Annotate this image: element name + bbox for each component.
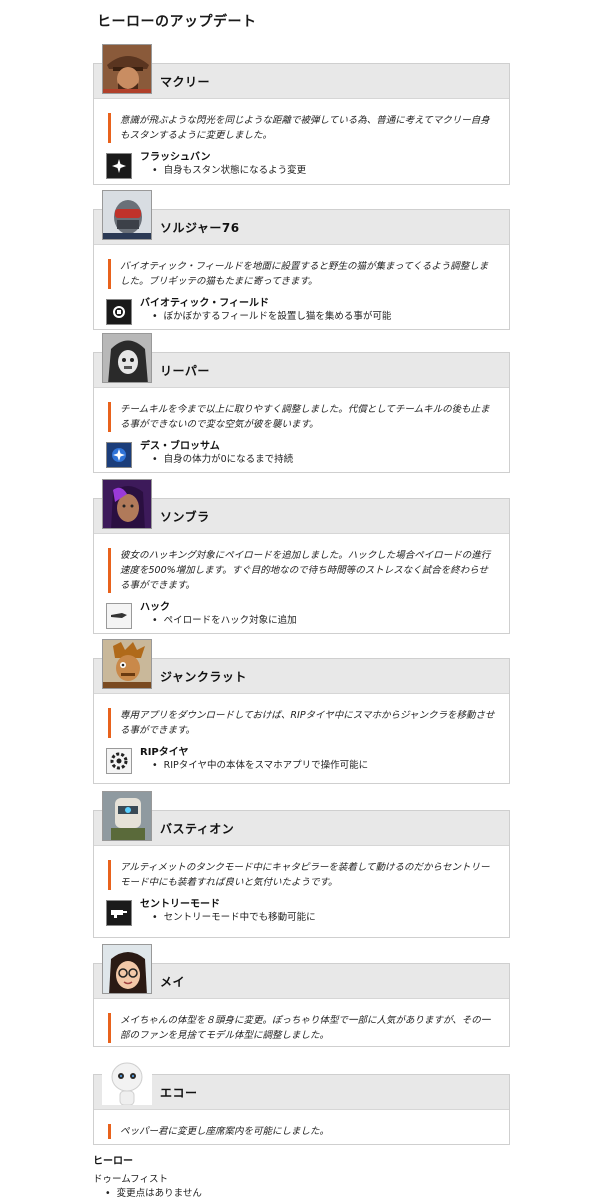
hero-name: エコー — [160, 1086, 198, 1100]
hero-header: ソンブラ — [94, 479, 509, 534]
ability: セントリーモード セントリーモード中でも移動可能に — [106, 898, 509, 928]
ability-note: ぼかぼかするフィールドを設置し猫を集める事が可能 — [140, 310, 509, 324]
death-blossom-icon — [106, 442, 132, 468]
hack-icon — [106, 603, 132, 629]
ability: バイオティック・フィールド ぼかぼかするフィールドを設置し猫を集める事が可能 — [106, 297, 509, 327]
hero-name: メイ — [160, 975, 186, 989]
hero-name: リーパー — [160, 364, 210, 378]
footer-hero-name: ドゥームフィスト — [93, 1174, 168, 1185]
hero-header: ソルジャー76 — [94, 190, 509, 245]
ability: フラッシュバン 自身もスタン状態になるよう変更 — [106, 151, 509, 181]
portrait-sombra — [102, 479, 152, 529]
ability-name: ハック — [140, 602, 170, 613]
ability-name: フラッシュバン — [140, 152, 211, 163]
ability-name: RIPタイヤ — [140, 747, 189, 758]
hero-description: バイオティック・フィールドを地面に設置すると野生の猫が集まってくるよう調整しまし… — [108, 259, 495, 289]
rip-tire-icon — [106, 748, 132, 774]
portrait-bastion — [102, 791, 152, 841]
hero-description: メイちゃんの体型を８頭身に変更。ぽっちゃり体型で一部に人気がありますが、その一部… — [108, 1013, 495, 1043]
ability-note: セントリーモード中でも移動可能に — [140, 911, 509, 925]
ability: RIPタイヤ RIPタイヤ中の本体をスマホアプリで操作可能に — [106, 746, 509, 776]
hero-card-echo: エコー ペッパー君に変更し座席案内を可能にしました。 — [93, 1055, 510, 1145]
hero-description: アルティメットのタンクモード中にキャタピラーを装着して動けるのだからセントリーモ… — [108, 860, 495, 890]
section-heading: ヒーロー — [93, 1156, 133, 1167]
hero-header: バスティオン — [94, 791, 509, 846]
hero-card-reaper: リーパー チームキルを今まで以上に取りやすく調整しました。代償としてチームキルの… — [93, 333, 510, 473]
portrait-mccree — [102, 44, 152, 94]
hero-card-soldier76: ソルジャー76 バイオティック・フィールドを地面に設置すると野生の猫が集まってく… — [93, 190, 510, 330]
ability-note: RIPタイヤ中の本体をスマホアプリで操作可能に — [140, 759, 509, 773]
footer-note: 変更点はありません — [105, 1185, 202, 1199]
hero-card-sombra: ソンブラ 彼女のハッキング対象にペイロードを追加しました。ハックした場合ペイロー… — [93, 479, 510, 634]
page-title: ヒーローのアップデート — [97, 14, 257, 30]
portrait-soldier76 — [102, 190, 152, 240]
ability-name: デス・ブロッサム — [140, 441, 220, 452]
hero-header: リーパー — [94, 333, 509, 388]
hero-description: 専用アプリをダウンロードしておけば、RIPタイヤ中にスマホからジャンクラを移動さ… — [108, 708, 495, 738]
hero-description: 意識が飛ぶような閃光を同じような距離で被弾している為、普通に考えてマクリー自身も… — [108, 113, 495, 143]
hero-card-junkrat: ジャンクラット 専用アプリをダウンロードしておけば、RIPタイヤ中にスマホからジ… — [93, 639, 510, 784]
hero-name: バスティオン — [160, 822, 235, 836]
flashbang-icon — [106, 153, 132, 179]
hero-card-bastion: バスティオン アルティメットのタンクモード中にキャタピラーを装着して動けるのだか… — [93, 791, 510, 938]
sentry-mode-icon — [106, 900, 132, 926]
hero-name: ジャンクラット — [160, 670, 247, 684]
hero-description: 彼女のハッキング対象にペイロードを追加しました。ハックした場合ペイロードの進行速… — [108, 548, 495, 593]
ability: ハック ペイロードをハック対象に追加 — [106, 601, 509, 631]
hero-card-mei: メイ メイちゃんの体型を８頭身に変更。ぽっちゃり体型で一部に人気がありますが、そ… — [93, 944, 510, 1047]
ability-note: ペイロードをハック対象に追加 — [140, 614, 509, 628]
hero-header: エコー — [94, 1055, 509, 1110]
hero-header: ジャンクラット — [94, 639, 509, 694]
hero-description: ペッパー君に変更し座席案内を可能にしました。 — [108, 1124, 495, 1139]
ability: デス・ブロッサム 自身の体力が0になるまで持続 — [106, 440, 509, 470]
portrait-reaper — [102, 333, 152, 383]
ability-name: セントリーモード — [140, 899, 220, 910]
hero-header: メイ — [94, 944, 509, 999]
hero-name: マクリー — [160, 75, 211, 89]
hero-name: ソンブラ — [160, 510, 210, 524]
hero-name: ソルジャー76 — [160, 221, 240, 235]
hero-card-mccree: マクリー 意識が飛ぶような閃光を同じような距離で被弾している為、普通に考えてマク… — [93, 44, 510, 185]
portrait-mei — [102, 944, 152, 994]
ability-note: 自身もスタン状態になるよう変更 — [140, 164, 509, 178]
ability-name: バイオティック・フィールド — [140, 298, 269, 309]
portrait-junkrat — [102, 639, 152, 689]
biotic-field-icon — [106, 299, 132, 325]
hero-header: マクリー — [94, 44, 509, 99]
portrait-echo — [102, 1055, 152, 1105]
ability-note: 自身の体力が0になるまで持続 — [140, 453, 509, 467]
hero-description: チームキルを今まで以上に取りやすく調整しました。代償としてチームキルの後も止まる… — [108, 402, 495, 432]
